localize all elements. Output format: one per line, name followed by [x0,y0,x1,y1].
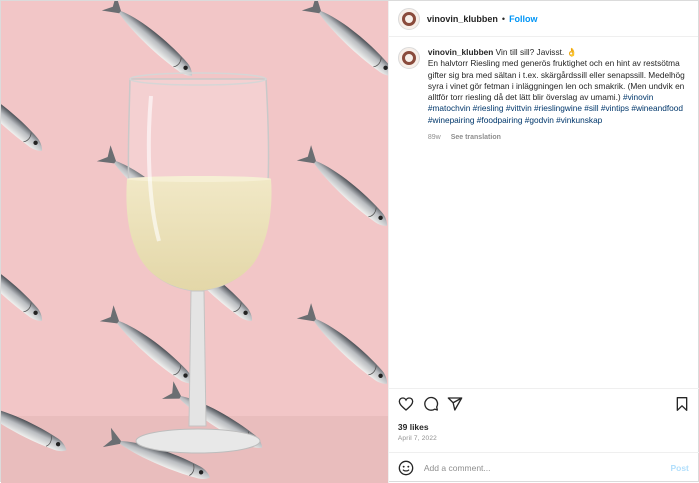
post-sidebar: vinovin_klubben • Follow vinovin_klubben… [387,1,699,483]
post-date: April 7, 2022 [397,435,437,442]
hashtag[interactable]: #vintips [601,103,629,113]
hashtag[interactable]: #wineandfood [631,103,683,113]
comment-bar: Post [388,452,699,483]
hashtag[interactable]: #vittvin [506,103,532,113]
likes-count[interactable]: 39 likes [398,422,429,432]
heart-icon[interactable] [398,396,414,412]
follow-button[interactable]: Follow [509,14,538,24]
hashtag[interactable]: #foodpairing [477,115,523,125]
action-bar [388,388,699,420]
caption-username[interactable]: vinovin_klubben [428,47,493,57]
hashtag[interactable]: #vinovin [623,92,653,102]
comment-input[interactable] [423,463,671,473]
hashtag[interactable]: #vinkunskap [556,115,602,125]
hashtag[interactable]: #matochvin [428,103,470,113]
see-translation-link[interactable]: See translation [451,134,501,141]
share-icon[interactable] [447,396,463,412]
caption-headline: Vin till sill? Javisst. 👌 [495,47,577,57]
caption-body: vinovin_klubben Vin till sill? Javisst. … [428,47,690,143]
hashtag[interactable]: #sill [584,103,598,113]
separator-dot: • [501,13,506,24]
hashtag[interactable]: #rieslingwine [534,103,582,113]
post-header: vinovin_klubben • Follow [388,1,698,37]
caption-meta: 89w See translation [428,132,690,143]
comment-icon[interactable] [423,396,439,412]
caption-avatar[interactable] [397,47,420,69]
post-image[interactable] [1,1,388,483]
caption: vinovin_klubben Vin till sill? Javisst. … [397,47,690,143]
hashtag[interactable]: #godvin [525,115,554,125]
hashtag[interactable]: #winepairing [428,115,475,125]
wine-and-herring-photo [1,1,388,483]
hashtag[interactable]: #riesling [473,103,504,113]
emoji-icon[interactable] [398,460,414,476]
post-age: 89w [427,134,441,142]
avatar[interactable] [397,7,420,30]
header-username[interactable]: vinovin_klubben [427,14,498,24]
instagram-post: vinovin_klubben • Follow vinovin_klubben… [0,0,699,483]
bookmark-icon[interactable] [674,396,690,412]
post-comment-button[interactable]: Post [670,463,688,473]
